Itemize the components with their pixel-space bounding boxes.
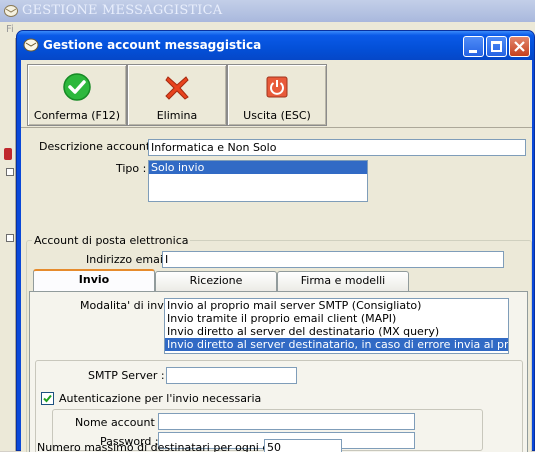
max-dest-label: Numero massimo di destinatari per ogni e… [37, 441, 300, 452]
nome-account-field[interactable] [158, 413, 415, 430]
tipo-option[interactable]: Solo invio [149, 161, 367, 174]
confirm-label: Conferma (F12) [33, 109, 121, 122]
tab-ricezione[interactable]: Ricezione [155, 271, 277, 291]
background-app-titlebar: GESTIONE MESSAGGISTICA [0, 0, 535, 22]
smtp-server-field[interactable] [166, 367, 297, 384]
nome-account-label: Nome account : [75, 416, 162, 429]
close-button[interactable] [509, 36, 530, 57]
max-dest-field[interactable]: 50 [264, 439, 342, 452]
maximize-icon [491, 41, 502, 52]
descrizione-field[interactable]: Informatica e Non Solo [148, 139, 526, 156]
account-group-title: Account di posta elettronica [32, 234, 191, 247]
toolbar: Conferma (F12) Elimina Uscita (ESC) [21, 60, 532, 128]
modalita-option[interactable]: Invio diretto al server del destinatario… [165, 325, 508, 338]
background-app-title: GESTIONE MESSAGGISTICA [22, 3, 223, 18]
email-field[interactable]: I [162, 251, 504, 268]
tab-ricezione-label: Ricezione [189, 274, 243, 287]
smtp-label: SMTP Server : [88, 369, 165, 382]
tab-invio-label: Invio [78, 273, 110, 286]
account-dialog: Gestione account messaggistica Conferma … [16, 30, 535, 452]
dialog-body: Conferma (F12) Elimina Uscita (ESC) Desc… [21, 60, 532, 452]
power-icon [266, 76, 288, 98]
tree-expander-icon[interactable] [6, 234, 14, 242]
minimize-icon [469, 50, 477, 53]
invio-tab-panel: Modalita' di invio : Invio al proprio ma… [29, 291, 528, 452]
envelope-icon [4, 5, 18, 17]
minimize-button[interactable] [463, 36, 484, 57]
tipo-listbox[interactable]: Solo invio [148, 160, 368, 202]
dialog-titlebar[interactable]: Gestione account messaggistica [17, 31, 534, 60]
checkmark-icon [43, 394, 52, 403]
modalita-listbox[interactable]: Invio al proprio mail server SMTP (Consi… [164, 298, 509, 354]
delete-label: Elimina [156, 109, 198, 122]
modalita-option[interactable]: Invio tramite il proprio email client (M… [165, 312, 508, 325]
dialog-title: Gestione account messaggistica [43, 38, 262, 52]
auth-checkbox[interactable] [41, 392, 54, 405]
check-icon [63, 73, 91, 101]
tab-firma-label: Firma e modelli [300, 274, 386, 287]
close-icon [514, 41, 525, 52]
auth-checkbox-label[interactable]: Autenticazione per l'invio necessaria [59, 392, 261, 405]
delete-button[interactable]: Elimina [127, 64, 227, 126]
email-label: Indirizzo email : [86, 253, 174, 266]
modalita-option-selected[interactable]: Invio diretto al server destinatario, in… [165, 338, 508, 351]
x-icon [165, 76, 189, 100]
red-marker-icon [4, 148, 12, 160]
envelope-icon [23, 38, 39, 52]
exit-label: Uscita (ESC) [243, 109, 311, 122]
descrizione-label: Descrizione account : [39, 140, 158, 153]
background-menu-hint: Fi [6, 24, 14, 35]
tab-firma-modelli[interactable]: Firma e modelli [277, 271, 409, 291]
confirm-button[interactable]: Conferma (F12) [27, 64, 127, 126]
modalita-option[interactable]: Invio al proprio mail server SMTP (Consi… [165, 299, 508, 312]
tab-invio[interactable]: Invio [33, 269, 155, 291]
tipo-label: Tipo : [116, 162, 147, 175]
background-side-panel [0, 38, 16, 451]
maximize-button[interactable] [486, 36, 507, 57]
exit-button[interactable]: Uscita (ESC) [227, 64, 327, 126]
tree-expander-icon[interactable] [6, 168, 14, 176]
